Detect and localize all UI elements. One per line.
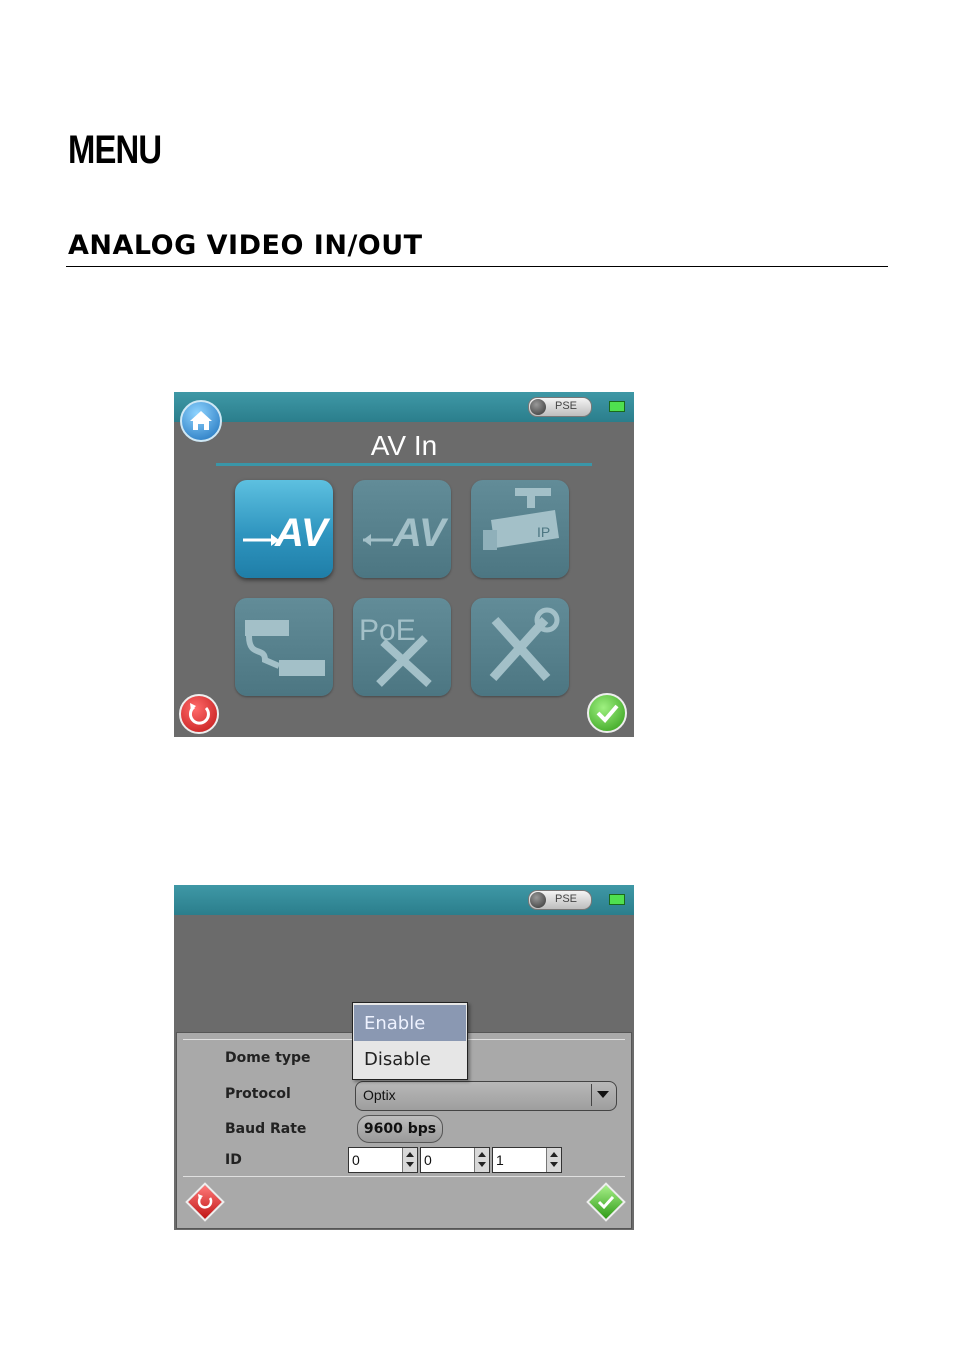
spin-arrows-icon[interactable] (474, 1148, 489, 1172)
av-in-screen: PSE AV In AV AV IP PoE (174, 392, 634, 737)
menu-heading: MENU (68, 128, 162, 172)
svg-text:AV: AV (392, 511, 449, 555)
tools-icon (489, 607, 560, 682)
title-underline (216, 463, 592, 466)
confirm-button[interactable] (587, 693, 627, 733)
protocol-label: Protocol (225, 1086, 291, 1102)
option-label: Disable (364, 1049, 431, 1070)
poe-tools-icon: PoE (359, 614, 432, 687)
spin-arrows-icon[interactable] (402, 1148, 417, 1172)
av-out-tile[interactable]: AV (353, 480, 451, 578)
battery-icon (609, 894, 625, 905)
refresh-icon (197, 1194, 213, 1209)
pse-label: PSE (555, 893, 578, 905)
pse-label: PSE (555, 400, 578, 412)
chevron-down-icon[interactable] (591, 1084, 614, 1106)
spin-arrows-icon[interactable] (546, 1148, 561, 1172)
cable-test-icon (245, 620, 325, 676)
section-divider (66, 266, 888, 267)
id-value-1: 0 (352, 1152, 360, 1168)
av-out-icon: AV (363, 511, 449, 555)
status-bar: PSE (174, 885, 634, 915)
section-heading: ANALOG VIDEO IN/OUT (68, 230, 423, 261)
dome-type-label: Dome type (225, 1050, 311, 1066)
cable-test-tile[interactable] (235, 598, 333, 696)
battery-icon (609, 401, 625, 412)
poe-tools-tile[interactable]: PoE (353, 598, 451, 696)
baud-rate-value: 9600 bps (363, 1121, 437, 1137)
baud-rate-label: Baud Rate (225, 1121, 307, 1137)
dropdown-option-disable[interactable]: Disable (354, 1041, 466, 1077)
protocol-select[interactable]: Optix (355, 1081, 617, 1111)
id-value-3: 1 (496, 1152, 504, 1168)
ip-camera-tile[interactable]: IP (471, 480, 569, 578)
panel-bottom-line (183, 1176, 625, 1177)
av-in-icon: AV (243, 511, 331, 555)
refresh-icon (189, 703, 210, 725)
checkmark-icon (596, 704, 619, 723)
pse-toggle[interactable]: PSE (528, 397, 592, 417)
svg-text:IP: IP (537, 524, 550, 540)
id-spinbox-1[interactable]: 0 (348, 1147, 418, 1173)
dome-settings-screen: PSE Dome type Protocol Baud Rate ID Opti… (174, 885, 634, 1230)
protocol-value: Optix (363, 1087, 396, 1103)
id-spinbox-2[interactable]: 0 (420, 1147, 490, 1173)
pse-knob-icon (530, 892, 546, 908)
baud-rate-button[interactable]: 9600 bps (357, 1115, 443, 1143)
av-in-tile[interactable]: AV (235, 480, 333, 578)
ip-camera-icon: IP (483, 488, 559, 550)
status-bar: PSE (174, 392, 634, 422)
screen-title: AV In (370, 430, 438, 461)
svg-text:AV: AV (274, 511, 331, 555)
id-spinbox-3[interactable]: 1 (492, 1147, 562, 1173)
id-value-2: 0 (424, 1152, 432, 1168)
checkmark-icon (597, 1195, 615, 1210)
tools-tile[interactable] (471, 598, 569, 696)
pse-knob-icon (530, 399, 546, 415)
back-button[interactable] (179, 694, 219, 734)
option-label: Enable (364, 1013, 426, 1034)
dome-type-dropdown: Enable Disable (352, 1002, 468, 1080)
pse-toggle[interactable]: PSE (528, 890, 592, 910)
dropdown-option-enable[interactable]: Enable (354, 1005, 466, 1041)
id-label: ID (225, 1152, 242, 1168)
